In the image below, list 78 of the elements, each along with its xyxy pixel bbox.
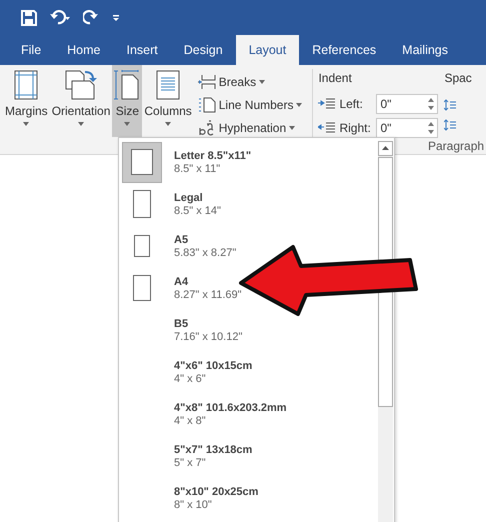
caret-icon (124, 122, 130, 126)
paper-size-item[interactable]: Letter 8.5"x11" 8.5" x 11" (122, 141, 254, 183)
paper-dimensions: 8.5" x 11" (174, 162, 222, 174)
paper-size-item[interactable]: A5 5.83" x 8.27" (122, 225, 238, 267)
line-numbers-button[interactable]: Line Numbers (196, 94, 304, 116)
columns-button[interactable]: Columns (142, 65, 194, 137)
ribbon-tab[interactable]: Insert (114, 35, 171, 65)
paper-size-name: A4 (174, 276, 190, 288)
paper-size-item[interactable]: B5 7.16" x 10.12" (122, 309, 244, 351)
paper-size-name: B5 (174, 318, 190, 330)
paper-size-name: Letter 8.5"x11" (174, 150, 252, 162)
margins-icon (14, 70, 38, 100)
ribbon-tab[interactable]: Layout (236, 35, 300, 65)
spinner-icon[interactable] (428, 121, 434, 135)
undo-icon[interactable] (49, 10, 71, 26)
save-icon[interactable] (21, 10, 37, 26)
paper-size-name: 4"x6" 10x15cm (174, 360, 252, 372)
paper-size-item[interactable]: 5"x7" 13x18cm 5" x 7" (122, 435, 254, 477)
indent-left-icon (318, 98, 336, 110)
paper-size-item[interactable]: A4 8.27" x 11.69" (122, 267, 244, 309)
paper-dimensions: 8" x 10" (174, 498, 213, 510)
indent-input[interactable]: 0" (376, 118, 438, 138)
margins-button[interactable]: Margins (3, 65, 50, 137)
paper-size-item[interactable]: 4"x8" 101.6x203.2mm 4" x 8" (122, 393, 289, 435)
orientation-icon (65, 70, 98, 100)
hyphenation-button[interactable]: Hyphenation (196, 117, 304, 139)
hyphenation-icon (198, 120, 216, 136)
paper-size-name: 8"x10" 20x25cm (174, 486, 258, 498)
paper-size-name: A5 (174, 234, 190, 246)
breaks-button[interactable]: Breaks (196, 71, 304, 93)
indent-right-icon (318, 122, 336, 134)
customize-icon[interactable] (111, 12, 121, 22)
indent-heading: Indent (318, 71, 353, 87)
paper-size-item[interactable]: 8"x10" 20x25cm 8" x 10" (122, 477, 260, 519)
page-icon (131, 149, 153, 175)
indent-input[interactable]: 0" (376, 94, 438, 114)
page-icon (133, 190, 151, 218)
paper-dimensions: 4" x 8" (174, 414, 207, 426)
scroll-up-icon[interactable] (378, 141, 393, 156)
spacing-after-icon (444, 119, 456, 131)
page-icon (133, 275, 151, 301)
paper-dimensions: 8.27" x 11.69" (174, 288, 242, 300)
paper-size-name: Legal (174, 192, 204, 204)
paper-dimensions: 5" x 7" (174, 456, 207, 468)
indent-label: Right: (339, 121, 372, 135)
ribbon-tab[interactable]: Mailings (389, 35, 462, 65)
paper-dimensions: 8.5" x 14" (174, 204, 221, 216)
page-size-icon (114, 70, 140, 100)
scrollbar[interactable] (378, 141, 393, 522)
redo-icon[interactable] (83, 10, 99, 26)
paper-size-item[interactable]: 4"x6" 10x15cm 4" x 6" (122, 351, 254, 393)
spacing-heading: Spac (444, 71, 472, 87)
page-icon (134, 235, 150, 257)
paper-dimensions: 5.83" x 8.27" (174, 246, 236, 258)
orientation-button[interactable]: Orientation (50, 65, 112, 137)
breaks-icon (198, 74, 216, 90)
columns-icon (156, 70, 180, 100)
ribbon-tab[interactable]: References (299, 35, 390, 65)
caret-icon (78, 122, 84, 126)
caret-icon (289, 126, 296, 130)
ribbon-tab[interactable]: Design (170, 35, 236, 65)
paper-dimensions: 4" x 6" (174, 372, 207, 384)
indent-label: Left: (339, 97, 364, 111)
ribbon-tab[interactable]: Home (54, 35, 114, 65)
paper-dimensions: 7.16" x 10.12" (174, 330, 242, 342)
caret-icon (23, 122, 30, 126)
line-numbers-icon (198, 97, 216, 113)
paper-size-item[interactable]: Legal 8.5" x 14" (122, 183, 223, 225)
paper-size-name: 4"x8" 101.6x203.2mm (174, 402, 287, 414)
size-button[interactable]: Size (112, 65, 142, 137)
group-label: Paragraph (428, 139, 484, 153)
caret-icon (296, 103, 302, 107)
caret-icon (259, 80, 266, 84)
spacing-before-icon (444, 99, 456, 111)
ribbon-tab[interactable]: File (8, 35, 54, 65)
paper-size-name: 5"x7" 13x18cm (174, 444, 252, 456)
caret-icon (165, 122, 172, 126)
spinner-icon[interactable] (428, 97, 434, 111)
